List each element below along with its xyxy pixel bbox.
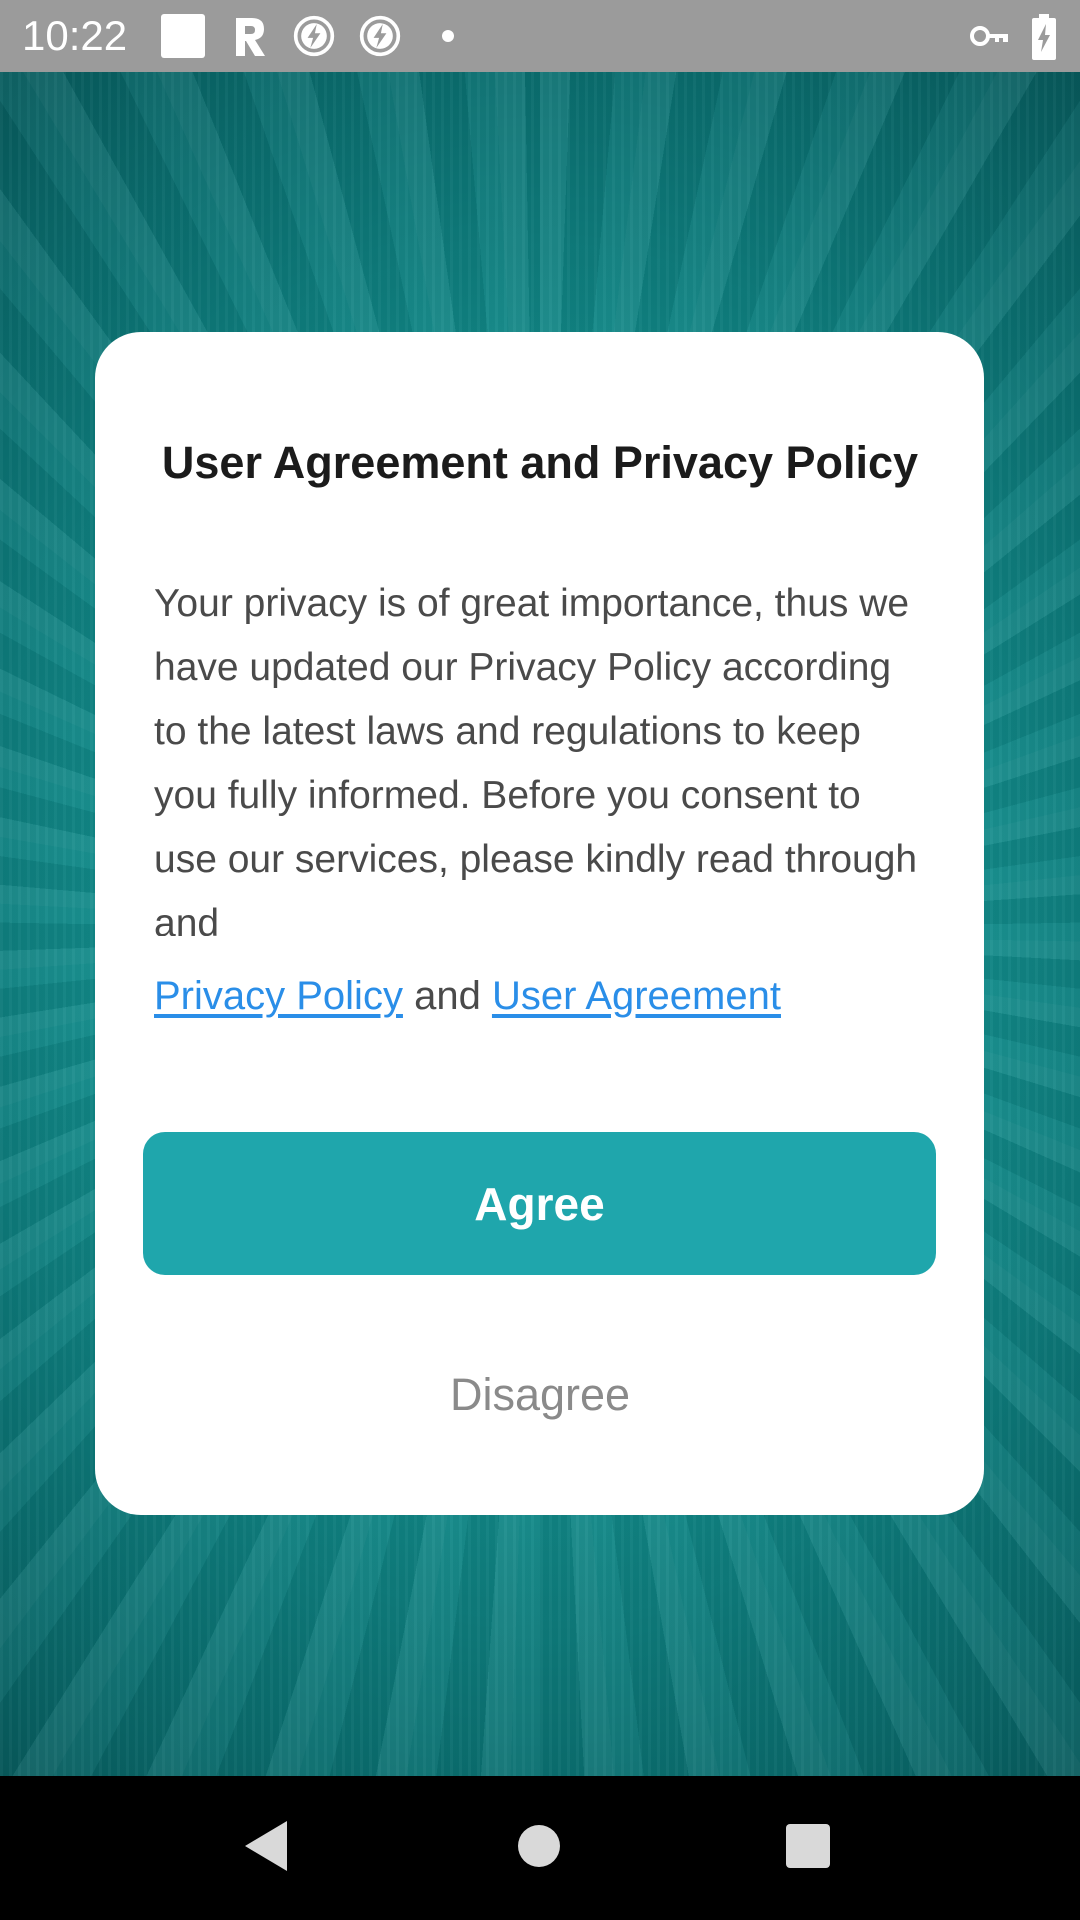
home-icon <box>518 1825 560 1867</box>
navigation-bar <box>0 1776 1080 1920</box>
and-text: and <box>414 974 481 1018</box>
dialog-title: User Agreement and Privacy Policy <box>161 437 919 488</box>
dialog-body-text: Your privacy is of great importance, thu… <box>154 582 918 936</box>
recents-icon <box>786 1824 830 1868</box>
agree-button[interactable]: Agree <box>143 1132 936 1275</box>
back-icon <box>245 1821 287 1871</box>
policy-links: Privacy Policy and User Agreement <box>154 966 934 1026</box>
privacy-policy-link[interactable]: Privacy Policy <box>154 974 403 1018</box>
status-bar: 10:22 <box>0 0 1080 72</box>
user-agreement-link[interactable]: User Agreement <box>492 974 781 1018</box>
home-button[interactable] <box>489 1796 589 1896</box>
flash-icon <box>293 15 335 57</box>
dialog-body-scroll[interactable]: Your privacy is of great importance, thu… <box>154 572 934 936</box>
flash-icon <box>359 15 401 57</box>
status-time: 10:22 <box>22 12 128 59</box>
vpn-key-icon <box>970 26 1008 46</box>
disagree-button[interactable]: Disagree <box>340 1360 740 1430</box>
dot-icon <box>442 30 454 42</box>
screen: 10:22 User Agreement and Privacy Policy … <box>0 0 1080 1920</box>
battery-charging-icon <box>1032 14 1056 60</box>
back-button[interactable] <box>216 1796 316 1896</box>
r-app-icon <box>236 18 265 56</box>
square-icon <box>161 14 205 58</box>
recents-button[interactable] <box>758 1796 858 1896</box>
